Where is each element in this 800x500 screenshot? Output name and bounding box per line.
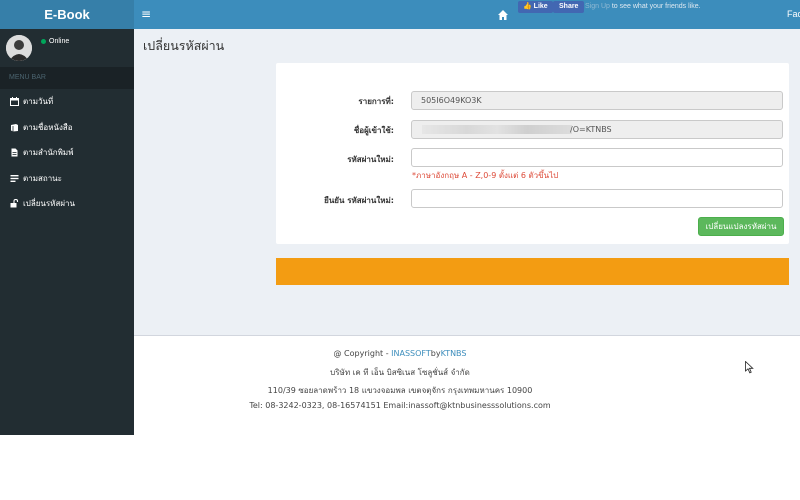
header-right-text: Fac	[787, 9, 800, 19]
redacted-username	[422, 125, 572, 134]
copyright-by: by	[430, 349, 441, 358]
brand-logo[interactable]: E-Book	[0, 0, 134, 29]
confirm-password-label: ยืนยัน รหัสผ่านใหม่:	[324, 196, 394, 205]
item-number-label: รายการที่:	[358, 97, 394, 106]
username-suffix: /O=KTNBS	[570, 125, 612, 134]
user-status: Online	[41, 38, 69, 45]
mouse-cursor-icon	[745, 361, 754, 374]
online-status-icon	[41, 39, 46, 44]
top-navbar: E-Book ≡ 👍 Like Share Sign Up to see wha…	[0, 0, 800, 29]
password-hint: *ภาษาอังกฤษ A - Z,0-9 ตั้งแต่ 6 ตัวขึ้นไ…	[412, 171, 559, 180]
sidebar-item-by-status[interactable]: ตามสถานะ	[0, 166, 134, 192]
sidebar: Online MENU BAR ตามวันที่ ตามชื่อหนังสือ…	[0, 29, 134, 435]
facebook-share-button[interactable]: Share	[553, 1, 585, 13]
home-icon[interactable]	[497, 9, 509, 21]
menu-header: MENU BAR	[0, 67, 134, 89]
menu-toggle-icon[interactable]: ≡	[141, 0, 151, 29]
facebook-social-text: Sign Up to see what your friends like.	[585, 1, 701, 13]
copyright-prefix: @ Copyright -	[333, 349, 392, 358]
user-status-label: Online	[49, 38, 70, 45]
footer-contact: Tel: 08-3242-0323, 08-16574151 Email:ina…	[249, 401, 551, 410]
footer-address: 110/39 ซอยลาดพร้าว 18 แขวงจอมพล เขตจตุจั…	[267, 386, 533, 395]
change-password-button[interactable]: เปลี่ยนแปลงรหัสผ่าน	[698, 217, 784, 236]
list-icon	[10, 174, 19, 182]
ktnbs-link[interactable]: KTNBS	[441, 349, 467, 358]
footer-company-name: บริษัท เค ที เอ็น บิสซิเนส โซลูชั่นส์ จำ…	[330, 368, 470, 377]
facebook-signup-link[interactable]: Sign Up	[585, 3, 610, 10]
facebook-social-caption: to see what your friends like.	[609, 3, 701, 10]
sidebar-item-label: ตามสถานะ	[23, 173, 62, 183]
facebook-like-button[interactable]: 👍 Like	[518, 1, 553, 13]
new-password-label: รหัสผ่านใหม่:	[347, 155, 394, 164]
confirm-password-input[interactable]	[411, 189, 783, 208]
item-number-field: 505I6O49KO3K	[411, 91, 783, 110]
orange-banner	[276, 258, 789, 285]
inassoft-link[interactable]: INASSOFT	[391, 349, 431, 358]
user-panel: Online	[0, 29, 134, 67]
new-password-input[interactable]	[411, 148, 783, 167]
username-label: ชื่อผู้เข้าใช้:	[353, 126, 394, 135]
facebook-like-label: Like	[533, 3, 548, 10]
avatar	[6, 35, 32, 61]
username-field: /O=KTNBS	[411, 120, 783, 139]
footer-copyright: @ Copyright - INASSOFTbyKTNBS	[134, 349, 666, 358]
page-title: เปลี่ยนรหัสผ่าน	[143, 38, 225, 53]
